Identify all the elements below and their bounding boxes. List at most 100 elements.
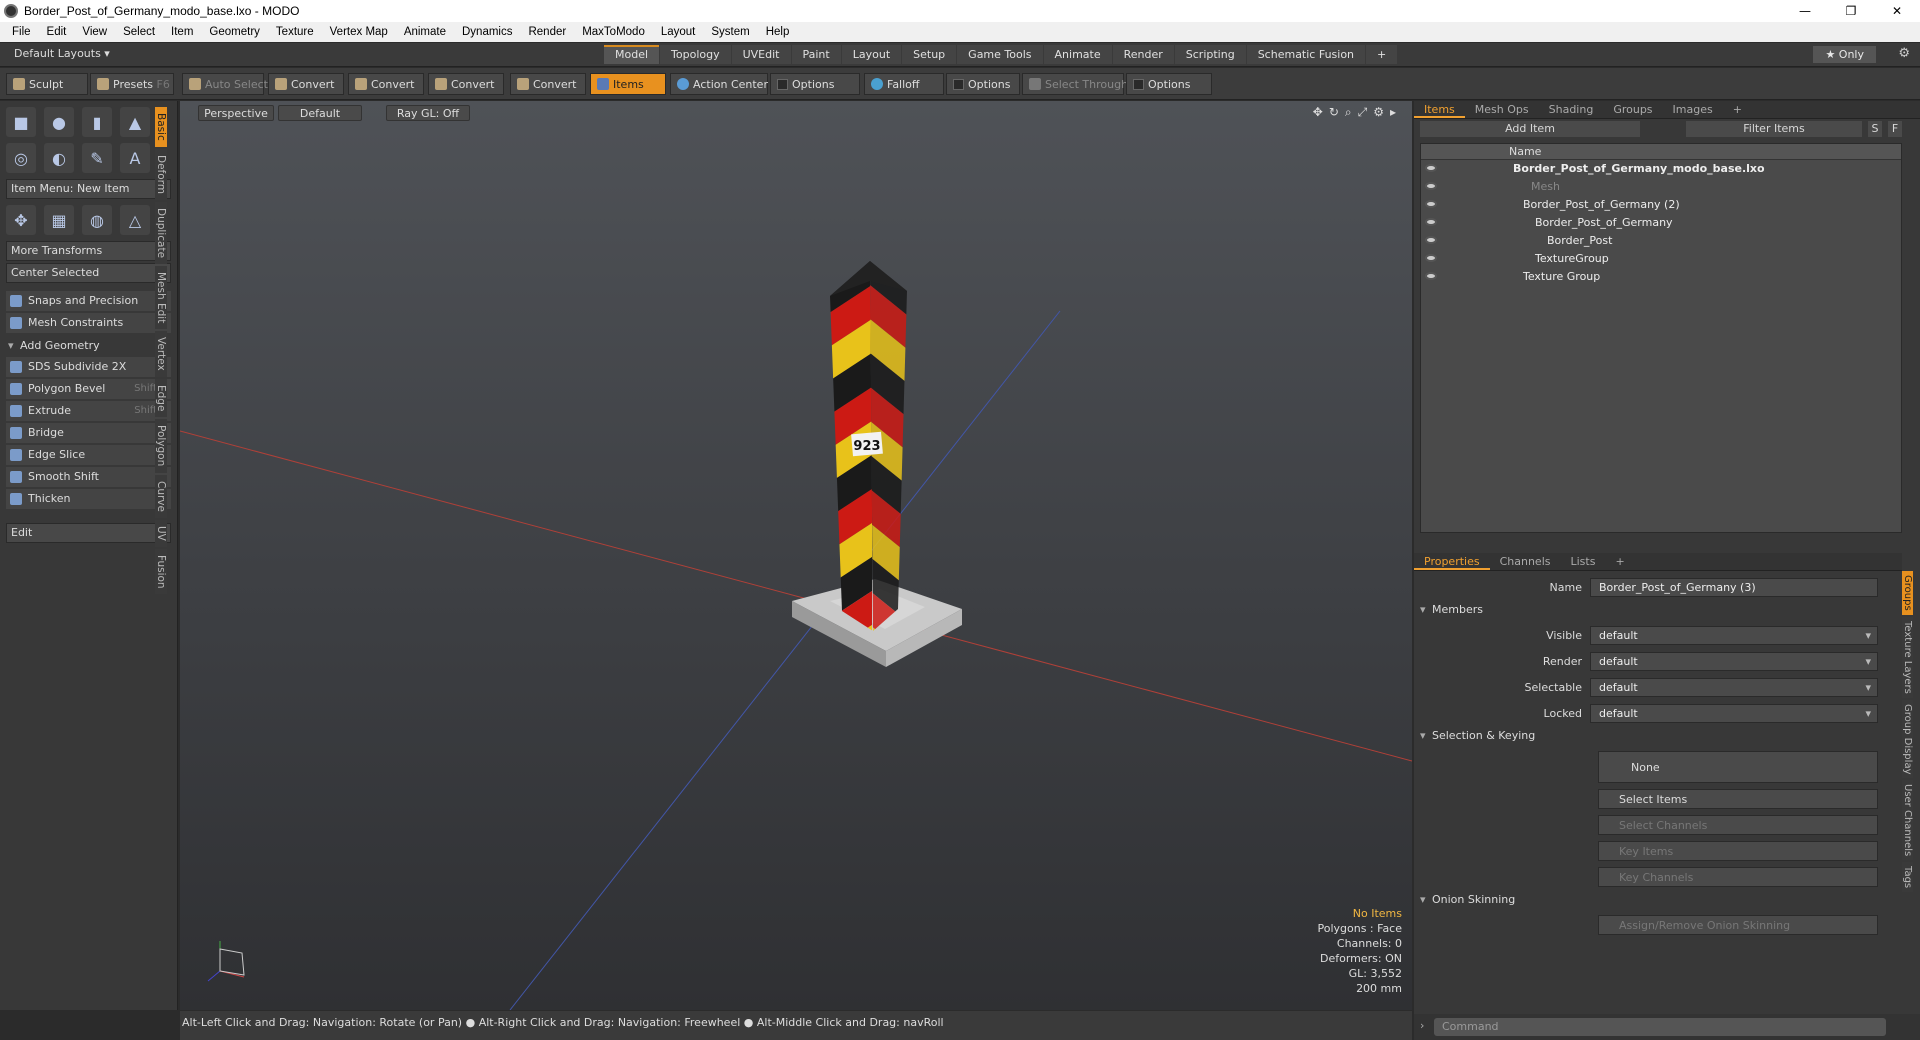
thicken-button[interactable]: Thicken — [6, 489, 171, 509]
add-tab-button[interactable]: + — [1605, 553, 1634, 570]
3d-viewport[interactable]: Perspective Default Ray GL: Off ✥↻⌕⤢⚙▸ 9… — [180, 101, 1412, 1010]
options-button-3[interactable]: Options — [1126, 73, 1212, 95]
key-channels-button[interactable]: Key Channels — [1598, 867, 1878, 887]
tab-schematic-fusion[interactable]: Schematic Fusion — [1246, 45, 1366, 64]
menu-file[interactable]: File — [4, 26, 39, 38]
pen-icon[interactable]: ✎ — [82, 143, 112, 173]
select-channels-button[interactable]: Select Channels — [1598, 815, 1878, 835]
menu-select[interactable]: Select — [115, 26, 163, 38]
menu-animate[interactable]: Animate — [396, 26, 454, 38]
tab-mesh-ops[interactable]: Mesh Ops — [1465, 101, 1539, 118]
tab-model[interactable]: Model — [604, 45, 660, 64]
add-geometry-section[interactable]: Add Geometry — [6, 337, 171, 355]
minimize-button[interactable]: — — [1782, 0, 1828, 22]
snaps-precision-button[interactable]: Snaps and Precision — [6, 291, 171, 311]
torus-icon[interactable]: ◎ — [6, 143, 36, 173]
list-item[interactable]: Border_Post_of_Germany (2) — [1421, 196, 1901, 214]
tab-setup[interactable]: Setup — [902, 45, 957, 64]
menu-texture[interactable]: Texture — [268, 26, 322, 38]
tab-render[interactable]: Render — [1112, 45, 1174, 64]
list-item[interactable]: Mesh — [1421, 178, 1901, 196]
bridge-button[interactable]: Bridge — [6, 423, 171, 443]
members-section[interactable]: Members — [1414, 601, 1902, 619]
menu-maxtomodo[interactable]: MaxToModo — [574, 26, 653, 38]
vtab-user-channels[interactable]: User Channels — [1902, 780, 1913, 861]
menu-view[interactable]: View — [74, 26, 115, 38]
tab-topology[interactable]: Topology — [660, 45, 731, 64]
presets-button[interactable]: Presets F6 — [90, 73, 174, 95]
sphere-icon[interactable]: ● — [44, 107, 74, 137]
tab-lists[interactable]: Lists — [1561, 553, 1606, 570]
list-item[interactable]: Border_Post_of_Germany_modo_base.lxo — [1421, 160, 1901, 178]
tab-images[interactable]: Images — [1663, 101, 1723, 118]
vtab-edge[interactable]: Edge — [155, 378, 167, 418]
tab-items[interactable]: Items — [1414, 101, 1465, 118]
tab-shading[interactable]: Shading — [1539, 101, 1604, 118]
auto-select-button[interactable]: Auto Select — [182, 73, 268, 95]
options-checkbox[interactable] — [1133, 79, 1144, 90]
onion-skinning-section[interactable]: Onion Skinning — [1414, 891, 1902, 909]
item-menu-dropdown[interactable]: Item Menu: New Item — [6, 179, 171, 199]
center-selected-dropdown[interactable]: Center Selected — [6, 263, 171, 283]
default-layouts-dropdown[interactable]: Default Layouts ▾ — [14, 47, 110, 60]
eye-icon[interactable] — [1425, 272, 1437, 280]
pyramid-icon[interactable]: △ — [120, 205, 150, 235]
command-input[interactable]: Command — [1434, 1018, 1886, 1036]
add-tab-button[interactable]: + — [1366, 45, 1398, 64]
capsule-icon[interactable]: ◐ — [44, 143, 74, 173]
grid-icon[interactable]: ▦ — [44, 205, 74, 235]
eye-icon[interactable] — [1425, 164, 1437, 172]
add-item-dropdown[interactable]: Add Item — [1420, 121, 1640, 137]
sculpt-button[interactable]: Sculpt — [6, 73, 88, 95]
vtab-tags[interactable]: Tags — [1902, 862, 1913, 893]
s-toggle[interactable]: S — [1868, 121, 1882, 137]
tab-scripting[interactable]: Scripting — [1174, 45, 1246, 64]
convert-button-2[interactable]: Convert — [348, 73, 424, 95]
selectable-dropdown[interactable]: default — [1590, 677, 1878, 697]
name-input[interactable]: Border_Post_of_Germany (3) — [1590, 577, 1878, 597]
vtab-vertex[interactable]: Vertex — [155, 331, 167, 377]
sds-subdivide-button[interactable]: SDS Subdivide 2X — [6, 357, 171, 377]
tab-properties[interactable]: Properties — [1414, 553, 1490, 570]
locked-dropdown[interactable]: default — [1590, 703, 1878, 723]
vtab-duplicate[interactable]: Duplicate — [155, 201, 167, 264]
menu-render[interactable]: Render — [520, 26, 574, 38]
tab-paint[interactable]: Paint — [791, 45, 841, 64]
mesh-constraints-button[interactable]: Mesh Constraints — [6, 313, 171, 333]
options-button-1[interactable]: Options — [770, 73, 860, 95]
transform-icon[interactable]: ✥ — [6, 205, 36, 235]
menu-layout[interactable]: Layout — [653, 26, 704, 38]
convert-button-1[interactable]: Convert — [268, 73, 344, 95]
name-column-header[interactable]: Name — [1421, 144, 1901, 160]
cylinder-icon[interactable]: ▮ — [82, 107, 112, 137]
f-toggle[interactable]: F — [1888, 121, 1902, 137]
eye-icon[interactable] — [1425, 236, 1437, 244]
vtab-polygon[interactable]: Polygon — [155, 419, 167, 473]
select-items-button[interactable]: Select Items — [1598, 789, 1878, 809]
tab-groups[interactable]: Groups — [1603, 101, 1662, 118]
close-button[interactable]: ✕ — [1874, 0, 1920, 22]
assign-onion-skinning-button[interactable]: Assign/Remove Onion Skinning — [1598, 915, 1878, 935]
items-mode-button[interactable]: Items — [590, 73, 666, 95]
menu-help[interactable]: Help — [758, 26, 798, 38]
eye-icon[interactable] — [1425, 218, 1437, 226]
select-through-button[interactable]: Select Through — [1022, 73, 1128, 95]
only-toggle[interactable]: ★ Only — [1813, 46, 1876, 63]
options-button-2[interactable]: Options — [946, 73, 1020, 95]
cone-icon[interactable]: ▲ — [120, 107, 150, 137]
menu-edit[interactable]: Edit — [39, 26, 75, 38]
smooth-shift-button[interactable]: Smooth Shift — [6, 467, 171, 487]
vtab-group-display[interactable]: Group Display — [1902, 699, 1913, 779]
tab-uvedit[interactable]: UVEdit — [731, 45, 791, 64]
visible-dropdown[interactable]: default — [1590, 625, 1878, 645]
menu-vertex-map[interactable]: Vertex Map — [322, 26, 396, 38]
more-transforms-dropdown[interactable]: More Transforms — [6, 241, 171, 261]
maximize-button[interactable]: ❐ — [1828, 0, 1874, 22]
tab-layout[interactable]: Layout — [841, 45, 902, 64]
convert-button-3[interactable]: Convert — [428, 73, 504, 95]
menu-geometry[interactable]: Geometry — [201, 26, 268, 38]
list-item[interactable]: Border_Post — [1421, 232, 1901, 250]
extrude-button[interactable]: Extrude Shift-X — [6, 401, 171, 421]
edge-slice-button[interactable]: Edge Slice — [6, 445, 171, 465]
text-icon[interactable]: A — [120, 143, 150, 173]
